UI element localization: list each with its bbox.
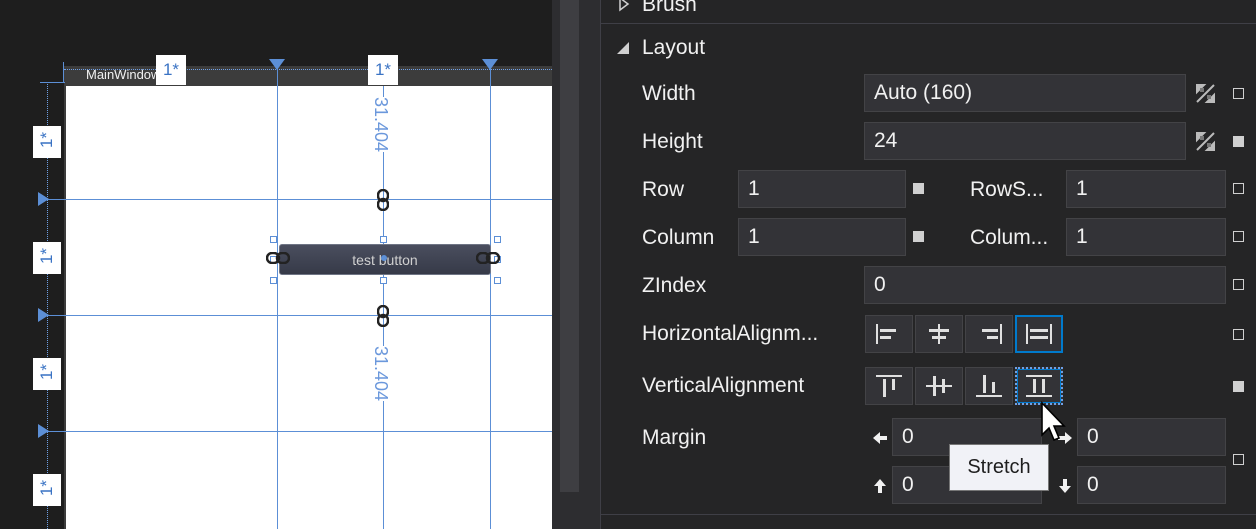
- ruler-corner-v: [63, 62, 64, 82]
- width-label: Width: [642, 82, 696, 105]
- bottom-distance-label: 31.404: [370, 346, 391, 402]
- stretch-tooltip: Stretch: [949, 444, 1049, 491]
- row-size-label[interactable]: 1*: [33, 126, 61, 158]
- arrow-down-icon: [1059, 479, 1071, 493]
- property-marker[interactable]: [1233, 381, 1244, 392]
- align-center-icon: [929, 324, 949, 344]
- align-bottom-button[interactable]: [965, 367, 1013, 405]
- resize-handle[interactable]: [380, 277, 387, 284]
- vertical-alignment-group: [865, 367, 1065, 405]
- arrow-left-icon: [873, 432, 887, 444]
- column-size-label[interactable]: 1*: [156, 55, 186, 85]
- chain-link-icon[interactable]: [377, 305, 389, 327]
- section-separator: [601, 514, 1256, 515]
- align-left-icon: [876, 324, 896, 344]
- auto-size-icon[interactable]: [1196, 84, 1215, 103]
- column-label: Column: [642, 226, 715, 249]
- vertical-alignment-label: VerticalAlignment: [642, 374, 805, 397]
- layout-section-header[interactable]: Layout: [642, 36, 705, 60]
- width-field[interactable]: Auto (160): [864, 74, 1186, 112]
- collapse-arrow-icon[interactable]: [616, 41, 630, 55]
- align-middle-button[interactable]: [915, 367, 963, 405]
- property-marker[interactable]: [1233, 329, 1244, 340]
- margin-bottom-field[interactable]: 0: [1077, 466, 1226, 504]
- property-marker[interactable]: [913, 183, 924, 194]
- rowspan-field[interactable]: 1: [1066, 170, 1226, 208]
- zindex-field[interactable]: 0: [864, 266, 1226, 304]
- stretch-horizontal-icon: [1026, 324, 1052, 344]
- window-client-area[interactable]: [66, 86, 552, 529]
- property-marker[interactable]: [1233, 136, 1244, 147]
- column-gridline-1[interactable]: [277, 68, 278, 529]
- align-right-icon: [982, 324, 1002, 344]
- chain-link-icon[interactable]: [377, 189, 389, 211]
- row-gridline-3[interactable]: [40, 431, 552, 432]
- auto-size-icon[interactable]: [1196, 132, 1215, 151]
- property-marker[interactable]: [1233, 279, 1244, 290]
- row-gridline-handle[interactable]: [38, 192, 49, 206]
- property-marker[interactable]: [1233, 231, 1244, 242]
- row-gridline-handle[interactable]: [38, 308, 49, 322]
- align-stretch-vertical-button[interactable]: [1015, 367, 1063, 405]
- row-gridline-2[interactable]: [40, 315, 552, 316]
- horizontal-alignment-label: HorizontalAlignm...: [642, 322, 819, 345]
- section-separator: [601, 23, 1256, 24]
- columnspan-label: Colum...: [970, 226, 1049, 249]
- row-gridline-1[interactable]: [40, 199, 552, 200]
- column-gridline-2[interactable]: [490, 68, 491, 529]
- margin-right-field[interactable]: 0: [1077, 418, 1226, 456]
- horizontal-alignment-group: [865, 315, 1065, 353]
- row-gridline-handle[interactable]: [38, 424, 49, 438]
- row-size-label[interactable]: 1*: [33, 242, 61, 274]
- resize-handle[interactable]: [380, 236, 387, 243]
- align-center-button[interactable]: [915, 315, 963, 353]
- property-marker[interactable]: [913, 231, 924, 242]
- center-point: [381, 255, 387, 261]
- align-top-button[interactable]: [865, 367, 913, 405]
- stretch-vertical-icon: [1026, 375, 1052, 397]
- align-top-icon: [876, 375, 902, 397]
- top-distance-label: 31.404: [370, 97, 391, 153]
- column-gridline-handle[interactable]: [269, 59, 285, 70]
- resize-handle[interactable]: [494, 236, 501, 243]
- row-label: Row: [642, 178, 685, 201]
- chain-link-icon[interactable]: [266, 252, 290, 264]
- row-size-label[interactable]: 1*: [33, 474, 61, 506]
- property-marker[interactable]: [1233, 183, 1244, 194]
- column-size-label[interactable]: 1*: [368, 55, 398, 85]
- margin-label: Margin: [642, 426, 707, 449]
- expand-arrow-icon[interactable]: [618, 0, 630, 12]
- property-marker[interactable]: [1233, 454, 1244, 465]
- column-gridline-handle[interactable]: [482, 59, 498, 70]
- row-field[interactable]: 1: [738, 170, 906, 208]
- align-left-button[interactable]: [865, 315, 913, 353]
- column-field[interactable]: 1: [738, 218, 906, 256]
- columnspan-field[interactable]: 1: [1066, 218, 1226, 256]
- arrow-up-icon: [874, 479, 886, 493]
- align-middle-icon: [926, 376, 952, 396]
- brush-section-header[interactable]: Brush: [642, 0, 697, 17]
- property-marker[interactable]: [1233, 88, 1244, 99]
- ruler-corner: [40, 82, 65, 83]
- align-bottom-icon: [976, 375, 1002, 397]
- zindex-label: ZIndex: [642, 274, 707, 297]
- mouse-cursor-icon: [1041, 401, 1066, 442]
- scrollbar-thumb[interactable]: [560, 0, 579, 492]
- resize-handle[interactable]: [270, 277, 277, 284]
- column-ruler: [64, 69, 552, 70]
- align-stretch-horizontal-button[interactable]: [1015, 315, 1063, 353]
- resize-handle[interactable]: [494, 277, 501, 284]
- align-right-button[interactable]: [965, 315, 1013, 353]
- height-field[interactable]: 24: [864, 122, 1186, 160]
- rowspan-label: RowS...: [970, 178, 1044, 201]
- height-label: Height: [642, 130, 703, 153]
- chain-link-icon[interactable]: [476, 252, 500, 264]
- design-surface[interactable]: MainWindow 1* 1* 1* 1* 1* 1* 31.404 31.4…: [0, 0, 552, 529]
- resize-handle[interactable]: [270, 236, 277, 243]
- row-size-label[interactable]: 1*: [33, 358, 61, 390]
